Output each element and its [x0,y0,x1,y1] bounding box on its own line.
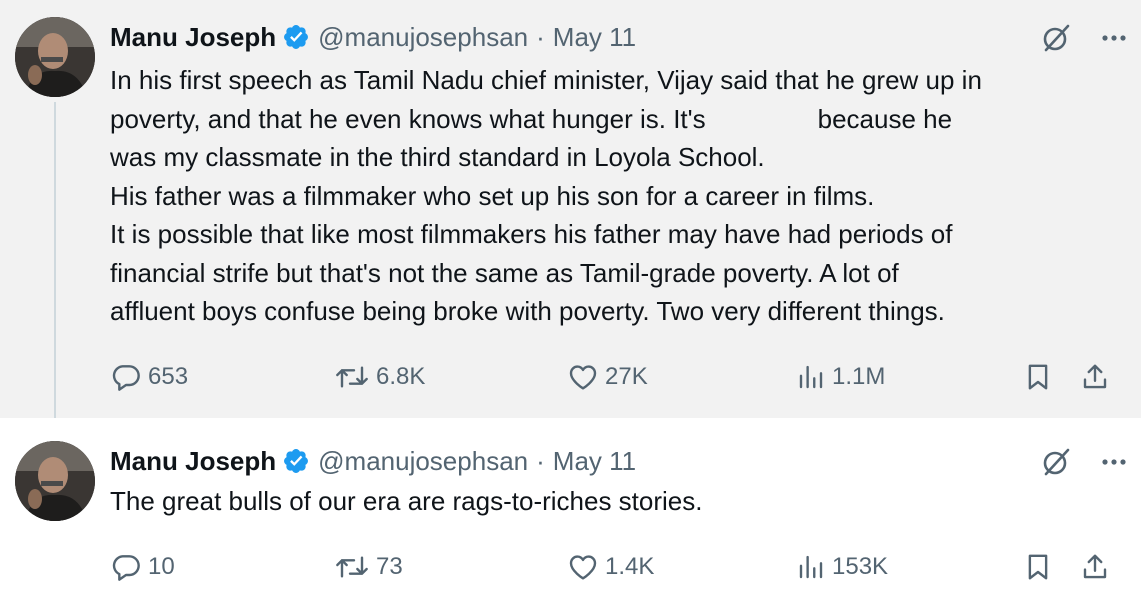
share-icon [1083,364,1107,389]
tweet-text: In his first speech as Tamil Nadu chief … [110,61,1130,331]
author-name[interactable]: Manu Joseph [110,22,276,53]
reply-icon [112,365,140,391]
views-count: 153K [832,553,889,580]
bookmark-icon [1028,554,1048,580]
repost-icon [336,366,368,388]
more-icon[interactable] [1101,34,1127,42]
post-date[interactable]: May 11 [553,446,636,477]
repost-count: 73 [376,553,403,580]
action-bar: 10 73 1.4K 153K [110,547,1127,587]
avatar[interactable] [15,17,95,97]
separator-dot: · [536,445,545,476]
reply-icon [112,555,140,581]
text-line: poverty, and that he even knows what hun… [110,100,1130,139]
views-icon [799,365,823,389]
author-handle[interactable]: @manujosephsan [318,22,528,53]
views-button[interactable]: 153K [796,547,888,587]
text-line: It is possible that like most filmmakers… [110,219,953,249]
grok-icon[interactable] [1041,447,1071,477]
grok-icon[interactable] [1041,23,1071,53]
bookmark-icon [1028,364,1048,390]
thread-line [54,102,56,442]
author-name[interactable]: Manu Joseph [110,446,276,477]
author-handle[interactable]: @manujosephsan [318,446,528,477]
reply-button[interactable]: 10 [110,547,175,587]
repost-icon [336,556,368,578]
repost-count: 6.8K [376,363,426,390]
repost-button[interactable]: 73 [334,547,403,587]
reply-button[interactable]: 653 [110,357,188,397]
post-date[interactable]: May 11 [553,22,636,53]
repost-button[interactable]: 6.8K [334,357,425,397]
tweet-top-actions [1041,444,1127,480]
bookmark-button[interactable] [1023,547,1059,587]
text-line: affluent boys confuse being broke with p… [110,296,945,326]
tweet-header: Manu Joseph @manujosephsan · May 11 [110,19,636,55]
like-icon [569,365,597,390]
text-line: financial strife but that's not the same… [110,257,899,288]
text-fragment: poverty, and that he even knows what hun… [110,103,706,134]
action-bar: 653 6.8K 27K 1.1M [110,357,1127,397]
text-line: The great bulls of our era are rags-to-r… [110,486,703,516]
verified-badge-icon [284,25,309,49]
more-icon[interactable] [1101,458,1127,466]
reply-count: 10 [148,553,175,580]
verified-badge-icon [284,449,309,473]
like-button[interactable]: 1.4K [567,547,654,587]
bookmark-button[interactable] [1023,357,1059,397]
text-fragment: because he [817,103,953,134]
views-icon [799,555,823,579]
tweet[interactable]: Manu Joseph @manujosephsan · May 11 The … [0,418,1141,606]
like-icon [569,555,597,580]
text-line: His father was a filmmaker who set up hi… [110,180,875,211]
tweet-text: The great bulls of our era are rags-to-r… [110,482,1130,521]
text-line: In his first speech as Tamil Nadu chief … [110,65,982,95]
share-button[interactable] [1080,547,1116,587]
share-icon [1083,554,1107,579]
text-line: was my classmate in the third standard i… [110,142,765,172]
tweet-header: Manu Joseph @manujosephsan · May 11 [110,443,636,479]
tweet-top-actions [1041,20,1127,56]
tweet[interactable]: Manu Joseph @manujosephsan · May 11 In h… [0,0,1141,442]
separator-dot: · [536,21,545,52]
reply-count: 653 [148,363,189,390]
like-button[interactable]: 27K [567,357,648,397]
avatar[interactable] [15,441,95,521]
share-button[interactable] [1080,357,1116,397]
views-button[interactable]: 1.1M [796,357,885,397]
views-count: 1.1M [832,363,886,390]
like-count: 1.4K [605,553,655,580]
like-count: 27K [605,363,648,390]
